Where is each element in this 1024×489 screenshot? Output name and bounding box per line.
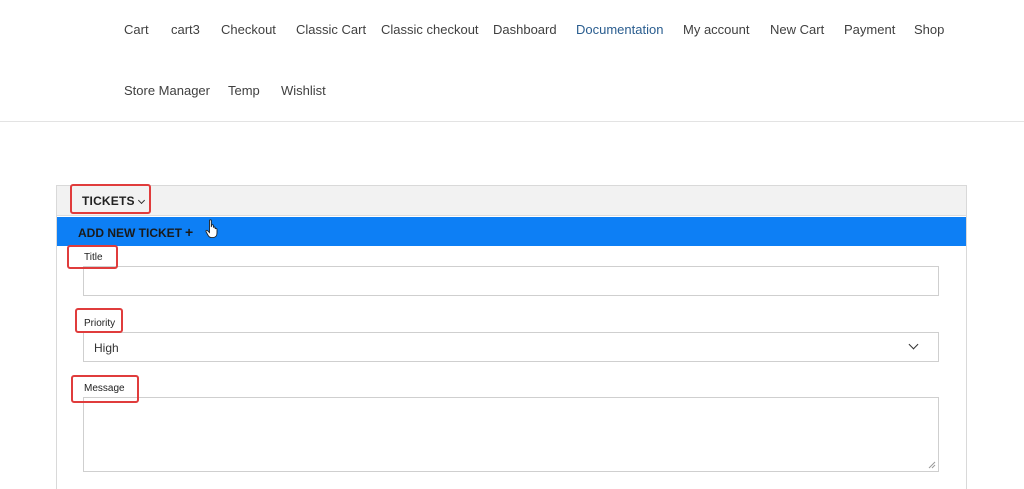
tickets-panel: TICKETS ADD NEW TICKET + Title Priority H… [56, 185, 967, 489]
nav-item-cart3[interactable]: cart3 [171, 22, 200, 37]
nav-item-dashboard[interactable]: Dashboard [493, 22, 557, 37]
priority-highlight-box [75, 308, 123, 333]
priority-select[interactable]: High [83, 332, 939, 362]
add-new-ticket-button[interactable]: ADD NEW TICKET + [78, 224, 193, 240]
nav-item-wishlist[interactable]: Wishlist [281, 83, 326, 98]
main-nav: Cart cart3 Checkout Classic Cart Classic… [0, 0, 1024, 98]
site-header: Cart cart3 Checkout Classic Cart Classic… [0, 0, 1024, 122]
nav-item-temp[interactable]: Temp [228, 83, 260, 98]
hand-pointer-cursor-icon [205, 219, 218, 239]
resize-handle-icon[interactable] [928, 461, 936, 469]
nav-item-shop[interactable]: Shop [914, 22, 944, 37]
message-highlight-box [71, 375, 139, 403]
nav-item-store-manager[interactable]: Store Manager [124, 83, 210, 98]
title-highlight-box [67, 245, 118, 269]
nav-item-my-account[interactable]: My account [683, 22, 749, 37]
nav-item-classic-checkout[interactable]: Classic checkout [381, 22, 479, 37]
title-input[interactable] [83, 266, 939, 296]
nav-item-documentation[interactable]: Documentation [576, 22, 663, 37]
nav-item-payment[interactable]: Payment [844, 22, 895, 37]
plus-icon: + [185, 224, 194, 240]
priority-selected-value: High [94, 341, 119, 355]
message-textarea[interactable] [83, 397, 939, 472]
add-ticket-bar: ADD NEW TICKET + [57, 217, 966, 246]
nav-item-new-cart[interactable]: New Cart [770, 22, 824, 37]
nav-item-checkout[interactable]: Checkout [221, 22, 276, 37]
nav-item-cart[interactable]: Cart [124, 22, 149, 37]
tickets-highlight-box [70, 184, 151, 214]
chevron-down-icon [908, 339, 919, 350]
tickets-header-bar: TICKETS [57, 186, 966, 216]
add-new-ticket-label: ADD NEW TICKET [78, 226, 182, 240]
nav-item-classic-cart[interactable]: Classic Cart [296, 22, 366, 37]
